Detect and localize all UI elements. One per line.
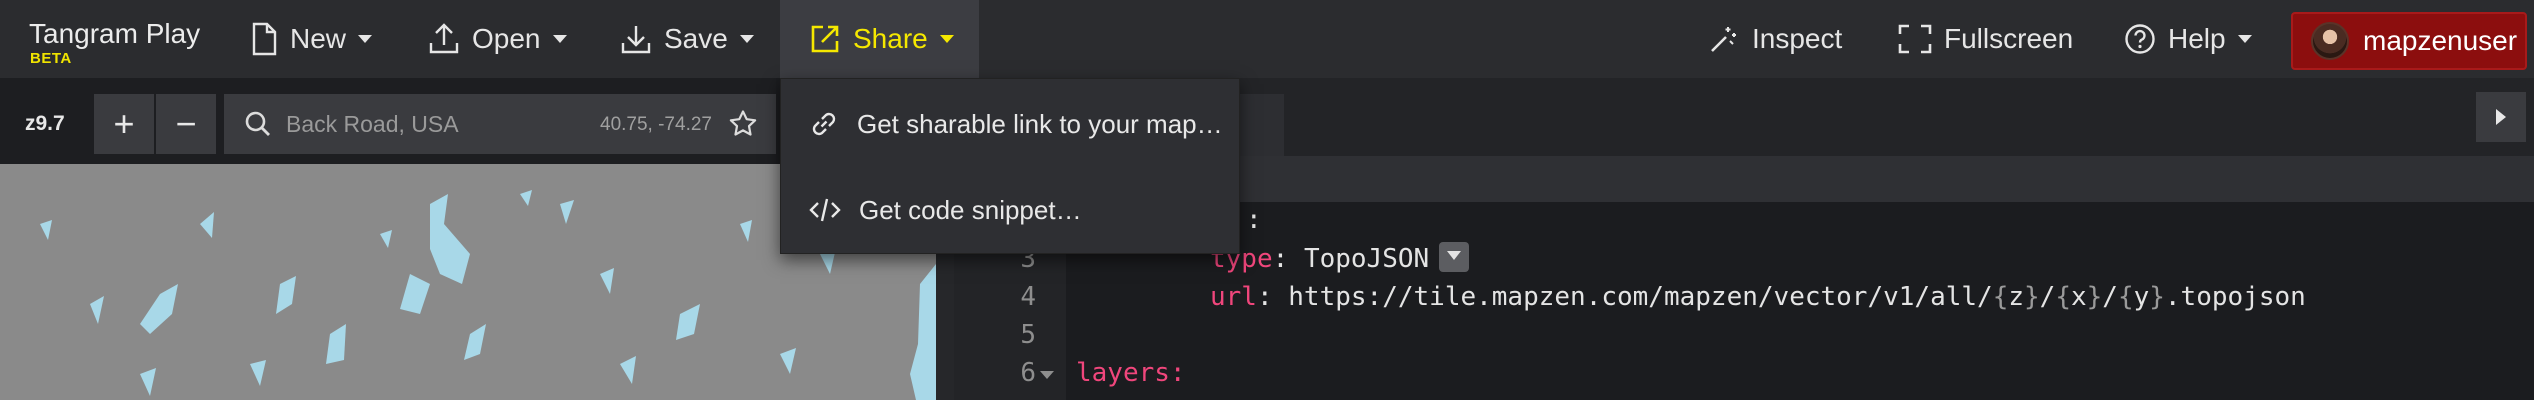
code-fragment: : bbox=[1246, 205, 1262, 235]
search-icon bbox=[244, 110, 272, 143]
zoom-in-button[interactable]: + bbox=[94, 94, 154, 154]
upload-icon bbox=[429, 23, 459, 54]
search-input[interactable]: Back Road, USA bbox=[286, 111, 459, 138]
line-number: 6 bbox=[1020, 358, 1036, 388]
link-icon bbox=[812, 112, 836, 136]
new-label: New bbox=[290, 23, 347, 54]
code-icon bbox=[809, 198, 841, 222]
magic-wand-icon bbox=[1711, 27, 1736, 52]
code-line-3: type: TopoJSON bbox=[1210, 241, 1470, 275]
open-label: Open bbox=[472, 23, 541, 54]
chevron-down-icon bbox=[358, 35, 373, 43]
menu-item-sharable-link[interactable]: Get sharable link to your map… bbox=[781, 81, 1241, 167]
fold-arrow-icon[interactable] bbox=[1040, 371, 1054, 379]
inspect-label: Inspect bbox=[1752, 23, 1843, 54]
download-icon bbox=[621, 26, 651, 54]
app-title: Tangram Play bbox=[29, 18, 201, 49]
chevron-down-icon bbox=[552, 35, 567, 43]
yaml-value: TopoJSON bbox=[1303, 244, 1430, 274]
new-file-icon bbox=[252, 22, 277, 56]
zoom-level-indicator: z9.7 bbox=[25, 112, 65, 135]
yaml-key: url bbox=[1210, 282, 1257, 312]
fullscreen-icon bbox=[1898, 24, 1932, 54]
help-label: Help bbox=[2168, 23, 2226, 54]
share-button[interactable]: Share bbox=[780, 0, 979, 78]
play-arrow-icon bbox=[2496, 109, 2506, 125]
collapse-panel-button[interactable] bbox=[2476, 92, 2526, 142]
dropdown-widget[interactable] bbox=[1439, 241, 1470, 272]
menu-item-code-snippet[interactable]: Get code snippet… bbox=[781, 167, 1241, 253]
code-line-6: layers: bbox=[1076, 358, 1186, 388]
new-button[interactable]: New bbox=[250, 0, 373, 78]
top-menu-bar: Tangram Play BETA New Open Save Share In… bbox=[0, 0, 2534, 78]
chevron-down-icon bbox=[2237, 35, 2252, 43]
line-number: 4 bbox=[1020, 282, 1036, 312]
help-icon bbox=[2125, 24, 2155, 54]
open-button[interactable]: Open bbox=[428, 0, 567, 78]
sharable-link-label: Get sharable link to your map… bbox=[857, 108, 1223, 139]
help-button[interactable]: Help bbox=[2124, 0, 2252, 78]
map-search-box[interactable]: Back Road, USA 40.75, -74.27 bbox=[224, 94, 776, 154]
app-brand: Tangram Play BETA bbox=[29, 18, 201, 67]
beta-badge: BETA bbox=[30, 50, 72, 67]
zoom-out-button[interactable]: − bbox=[156, 94, 216, 154]
share-icon bbox=[811, 25, 839, 53]
user-menu-button[interactable]: mapzenuser bbox=[2291, 12, 2527, 70]
inspect-button[interactable]: Inspect bbox=[1708, 0, 1842, 78]
chevron-down-icon bbox=[939, 35, 954, 43]
share-label: Share bbox=[853, 23, 928, 54]
code-snippet-label: Get code snippet… bbox=[859, 194, 1082, 225]
fullscreen-label: Fullscreen bbox=[1944, 23, 2074, 54]
yaml-key: layers bbox=[1076, 358, 1170, 388]
line-number: 5 bbox=[1020, 320, 1036, 350]
code-line-4: url: https://tile.mapzen.com/mapzen/vect… bbox=[1210, 282, 2306, 312]
share-dropdown-menu: Get sharable link to your map… Get code … bbox=[780, 78, 1240, 254]
avatar bbox=[2311, 22, 2349, 60]
save-label: Save bbox=[664, 23, 728, 54]
save-button[interactable]: Save bbox=[620, 0, 754, 78]
username-label: mapzenuser bbox=[2363, 25, 2518, 56]
map-coordinates: 40.75, -74.27 bbox=[600, 114, 712, 135]
fullscreen-button[interactable]: Fullscreen bbox=[1898, 0, 2073, 78]
bookmark-star-icon[interactable] bbox=[728, 109, 758, 144]
chevron-down-icon bbox=[739, 35, 754, 43]
